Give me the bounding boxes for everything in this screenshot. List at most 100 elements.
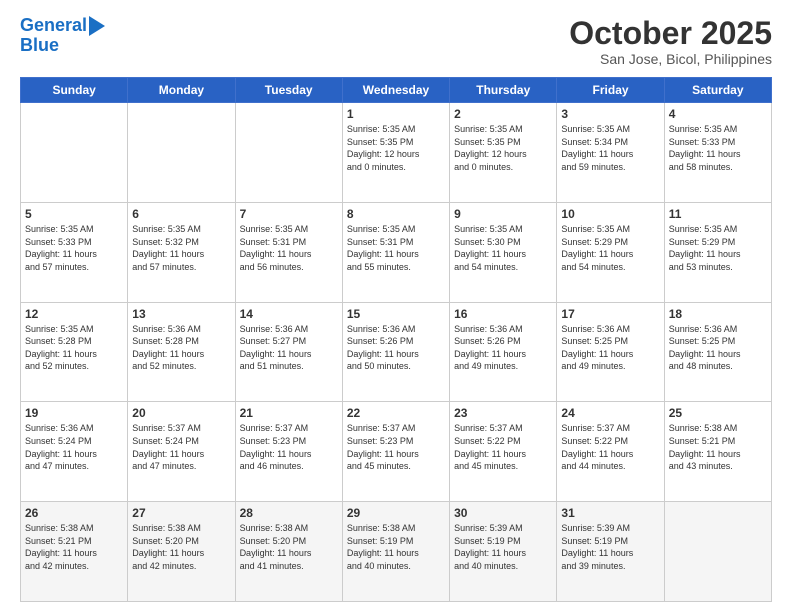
day-info: Sunrise: 5:35 AM Sunset: 5:30 PM Dayligh… xyxy=(454,223,552,273)
day-number: 23 xyxy=(454,406,552,420)
title-block: October 2025 San Jose, Bicol, Philippine… xyxy=(569,16,772,67)
day-info: Sunrise: 5:36 AM Sunset: 5:27 PM Dayligh… xyxy=(240,323,338,373)
day-number: 12 xyxy=(25,307,123,321)
calendar-empty-cell xyxy=(664,502,771,602)
day-info: Sunrise: 5:35 AM Sunset: 5:29 PM Dayligh… xyxy=(561,223,659,273)
day-info: Sunrise: 5:35 AM Sunset: 5:29 PM Dayligh… xyxy=(669,223,767,273)
calendar-day-16: 16 Sunrise: 5:36 AM Sunset: 5:26 PM Dayli… xyxy=(450,302,557,402)
day-info: Sunrise: 5:36 AM Sunset: 5:26 PM Dayligh… xyxy=(454,323,552,373)
calendar-day-18: 18 Sunrise: 5:36 AM Sunset: 5:25 PM Dayli… xyxy=(664,302,771,402)
day-info: Sunrise: 5:35 AM Sunset: 5:31 PM Dayligh… xyxy=(347,223,445,273)
day-number: 29 xyxy=(347,506,445,520)
page: General Blue October 2025 San Jose, Bico… xyxy=(0,0,792,612)
day-number: 24 xyxy=(561,406,659,420)
calendar-day-13: 13 Sunrise: 5:36 AM Sunset: 5:28 PM Dayli… xyxy=(128,302,235,402)
day-number: 7 xyxy=(240,207,338,221)
calendar-day-4: 4Sunrise: 5:35 AM Sunset: 5:33 PM Daylig… xyxy=(664,103,771,203)
day-number: 10 xyxy=(561,207,659,221)
day-info: Sunrise: 5:38 AM Sunset: 5:19 PM Dayligh… xyxy=(347,522,445,572)
day-info: Sunrise: 5:35 AM Sunset: 5:35 PM Dayligh… xyxy=(347,123,445,173)
day-number: 30 xyxy=(454,506,552,520)
day-number: 8 xyxy=(347,207,445,221)
calendar-day-24: 24 Sunrise: 5:37 AM Sunset: 5:22 PM Dayli… xyxy=(557,402,664,502)
calendar-table: SundayMondayTuesdayWednesdayThursdayFrid… xyxy=(20,77,772,602)
col-header-sunday: Sunday xyxy=(21,78,128,103)
col-header-wednesday: Wednesday xyxy=(342,78,449,103)
day-number: 9 xyxy=(454,207,552,221)
day-number: 22 xyxy=(347,406,445,420)
calendar-day-28: 28 Sunrise: 5:38 AM Sunset: 5:20 PM Dayli… xyxy=(235,502,342,602)
day-info: Sunrise: 5:38 AM Sunset: 5:20 PM Dayligh… xyxy=(132,522,230,572)
day-number: 6 xyxy=(132,207,230,221)
calendar-day-6: 6 Sunrise: 5:35 AM Sunset: 5:32 PM Daylig… xyxy=(128,202,235,302)
day-number: 15 xyxy=(347,307,445,321)
day-info: Sunrise: 5:35 AM Sunset: 5:32 PM Dayligh… xyxy=(132,223,230,273)
day-number: 28 xyxy=(240,506,338,520)
calendar-week-row: 19 Sunrise: 5:36 AM Sunset: 5:24 PM Dayli… xyxy=(21,402,772,502)
day-info: Sunrise: 5:38 AM Sunset: 5:20 PM Dayligh… xyxy=(240,522,338,572)
calendar-empty-cell xyxy=(128,103,235,203)
day-info: Sunrise: 5:37 AM Sunset: 5:22 PM Dayligh… xyxy=(561,422,659,472)
calendar-day-17: 17 Sunrise: 5:36 AM Sunset: 5:25 PM Dayli… xyxy=(557,302,664,402)
subtitle: San Jose, Bicol, Philippines xyxy=(569,51,772,67)
logo-text-blue: Blue xyxy=(20,36,105,56)
day-number: 27 xyxy=(132,506,230,520)
calendar-week-row: 1Sunrise: 5:35 AM Sunset: 5:35 PM Daylig… xyxy=(21,103,772,203)
day-info: Sunrise: 5:35 AM Sunset: 5:33 PM Dayligh… xyxy=(669,123,767,173)
day-number: 25 xyxy=(669,406,767,420)
day-info: Sunrise: 5:35 AM Sunset: 5:28 PM Dayligh… xyxy=(25,323,123,373)
day-info: Sunrise: 5:36 AM Sunset: 5:28 PM Dayligh… xyxy=(132,323,230,373)
day-number: 16 xyxy=(454,307,552,321)
calendar-day-27: 27 Sunrise: 5:38 AM Sunset: 5:20 PM Dayli… xyxy=(128,502,235,602)
day-info: Sunrise: 5:37 AM Sunset: 5:22 PM Dayligh… xyxy=(454,422,552,472)
calendar-day-7: 7 Sunrise: 5:35 AM Sunset: 5:31 PM Daylig… xyxy=(235,202,342,302)
calendar-day-29: 29 Sunrise: 5:38 AM Sunset: 5:19 PM Dayli… xyxy=(342,502,449,602)
day-info: Sunrise: 5:39 AM Sunset: 5:19 PM Dayligh… xyxy=(454,522,552,572)
day-number: 13 xyxy=(132,307,230,321)
col-header-monday: Monday xyxy=(128,78,235,103)
calendar-day-26: 26Sunrise: 5:38 AM Sunset: 5:21 PM Dayli… xyxy=(21,502,128,602)
calendar-day-2: 2 Sunrise: 5:35 AM Sunset: 5:35 PM Daylig… xyxy=(450,103,557,203)
day-number: 2 xyxy=(454,107,552,121)
col-header-saturday: Saturday xyxy=(664,78,771,103)
calendar-empty-cell xyxy=(21,103,128,203)
day-info: Sunrise: 5:36 AM Sunset: 5:24 PM Dayligh… xyxy=(25,422,123,472)
calendar-week-row: 12 Sunrise: 5:35 AM Sunset: 5:28 PM Dayli… xyxy=(21,302,772,402)
calendar-day-5: 5Sunrise: 5:35 AM Sunset: 5:33 PM Daylig… xyxy=(21,202,128,302)
day-info: Sunrise: 5:35 AM Sunset: 5:31 PM Dayligh… xyxy=(240,223,338,273)
day-number: 11 xyxy=(669,207,767,221)
col-header-tuesday: Tuesday xyxy=(235,78,342,103)
calendar-day-22: 22Sunrise: 5:37 AM Sunset: 5:23 PM Dayli… xyxy=(342,402,449,502)
day-info: Sunrise: 5:38 AM Sunset: 5:21 PM Dayligh… xyxy=(669,422,767,472)
day-number: 21 xyxy=(240,406,338,420)
calendar-day-12: 12 Sunrise: 5:35 AM Sunset: 5:28 PM Dayli… xyxy=(21,302,128,402)
logo-icon xyxy=(89,16,105,36)
logo: General Blue xyxy=(20,16,105,56)
calendar-day-1: 1Sunrise: 5:35 AM Sunset: 5:35 PM Daylig… xyxy=(342,103,449,203)
logo-text-general: General xyxy=(20,16,87,36)
day-number: 18 xyxy=(669,307,767,321)
calendar-day-20: 20Sunrise: 5:37 AM Sunset: 5:24 PM Dayli… xyxy=(128,402,235,502)
day-number: 19 xyxy=(25,406,123,420)
calendar-week-row: 5Sunrise: 5:35 AM Sunset: 5:33 PM Daylig… xyxy=(21,202,772,302)
day-info: Sunrise: 5:35 AM Sunset: 5:35 PM Dayligh… xyxy=(454,123,552,173)
col-header-thursday: Thursday xyxy=(450,78,557,103)
calendar-day-11: 11 Sunrise: 5:35 AM Sunset: 5:29 PM Dayli… xyxy=(664,202,771,302)
day-info: Sunrise: 5:38 AM Sunset: 5:21 PM Dayligh… xyxy=(25,522,123,572)
calendar-empty-cell xyxy=(235,103,342,203)
day-info: Sunrise: 5:36 AM Sunset: 5:25 PM Dayligh… xyxy=(561,323,659,373)
day-number: 14 xyxy=(240,307,338,321)
day-number: 5 xyxy=(25,207,123,221)
day-number: 3 xyxy=(561,107,659,121)
header: General Blue October 2025 San Jose, Bico… xyxy=(20,16,772,67)
day-info: Sunrise: 5:39 AM Sunset: 5:19 PM Dayligh… xyxy=(561,522,659,572)
day-info: Sunrise: 5:36 AM Sunset: 5:25 PM Dayligh… xyxy=(669,323,767,373)
day-info: Sunrise: 5:35 AM Sunset: 5:34 PM Dayligh… xyxy=(561,123,659,173)
calendar-day-3: 3 Sunrise: 5:35 AM Sunset: 5:34 PM Daylig… xyxy=(557,103,664,203)
day-info: Sunrise: 5:36 AM Sunset: 5:26 PM Dayligh… xyxy=(347,323,445,373)
calendar-week-row: 26Sunrise: 5:38 AM Sunset: 5:21 PM Dayli… xyxy=(21,502,772,602)
calendar-day-25: 25 Sunrise: 5:38 AM Sunset: 5:21 PM Dayli… xyxy=(664,402,771,502)
calendar-day-23: 23 Sunrise: 5:37 AM Sunset: 5:22 PM Dayli… xyxy=(450,402,557,502)
day-number: 17 xyxy=(561,307,659,321)
day-info: Sunrise: 5:37 AM Sunset: 5:23 PM Dayligh… xyxy=(240,422,338,472)
